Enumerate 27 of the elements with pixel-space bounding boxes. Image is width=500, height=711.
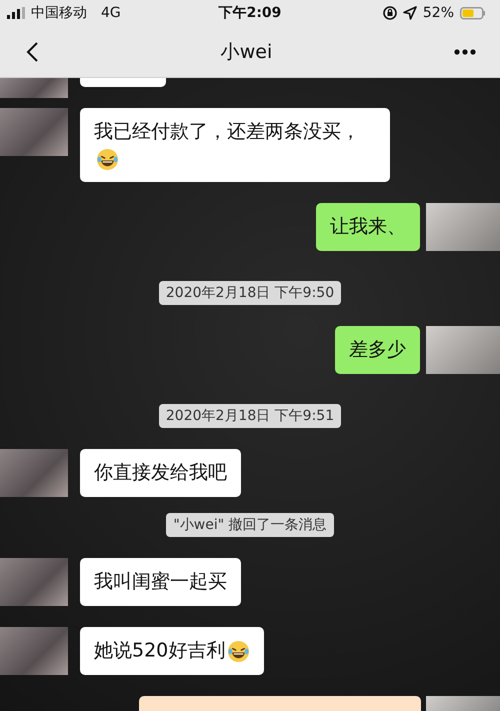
battery-percent: 52% xyxy=(422,5,454,21)
laughing-face-icon xyxy=(227,640,250,663)
message-text: 她说520好吉利 xyxy=(94,640,226,662)
avatar-placeholder xyxy=(0,108,68,156)
laughing-face-icon xyxy=(96,148,119,171)
avatar-placeholder xyxy=(0,78,68,98)
timestamp: 2020年2月18日 下午9:50 xyxy=(158,281,342,306)
location-arrow-icon xyxy=(402,6,417,20)
avatar-placeholder xyxy=(0,449,68,498)
back-chevron-icon xyxy=(26,40,39,62)
message-text: 我叫闺蜜一起买 xyxy=(94,570,227,593)
signal-icon xyxy=(7,7,25,19)
timestamp: 2020年2月18日 下午9:51 xyxy=(158,404,342,428)
message-text: 我已经付款了，还差两条没买， xyxy=(94,120,360,142)
avatar-placeholder xyxy=(0,558,68,606)
message-text: 让我来、 xyxy=(330,216,406,238)
rotation-lock-icon xyxy=(382,6,397,20)
message-text: 你直接发给我吧 xyxy=(94,462,227,484)
avatar-placeholder xyxy=(0,627,68,676)
recall-notice: "小wei" 撤回了一条消息 xyxy=(166,513,334,538)
clock-time: 下午2:09 xyxy=(218,4,282,22)
network-type: 4G xyxy=(101,5,121,21)
message-text: 差多少 xyxy=(349,338,406,361)
battery-icon xyxy=(460,6,486,20)
carrier-name: 中国移动 xyxy=(31,4,87,22)
chat-title: 小wei xyxy=(220,40,272,64)
more-dots-icon xyxy=(454,48,476,54)
